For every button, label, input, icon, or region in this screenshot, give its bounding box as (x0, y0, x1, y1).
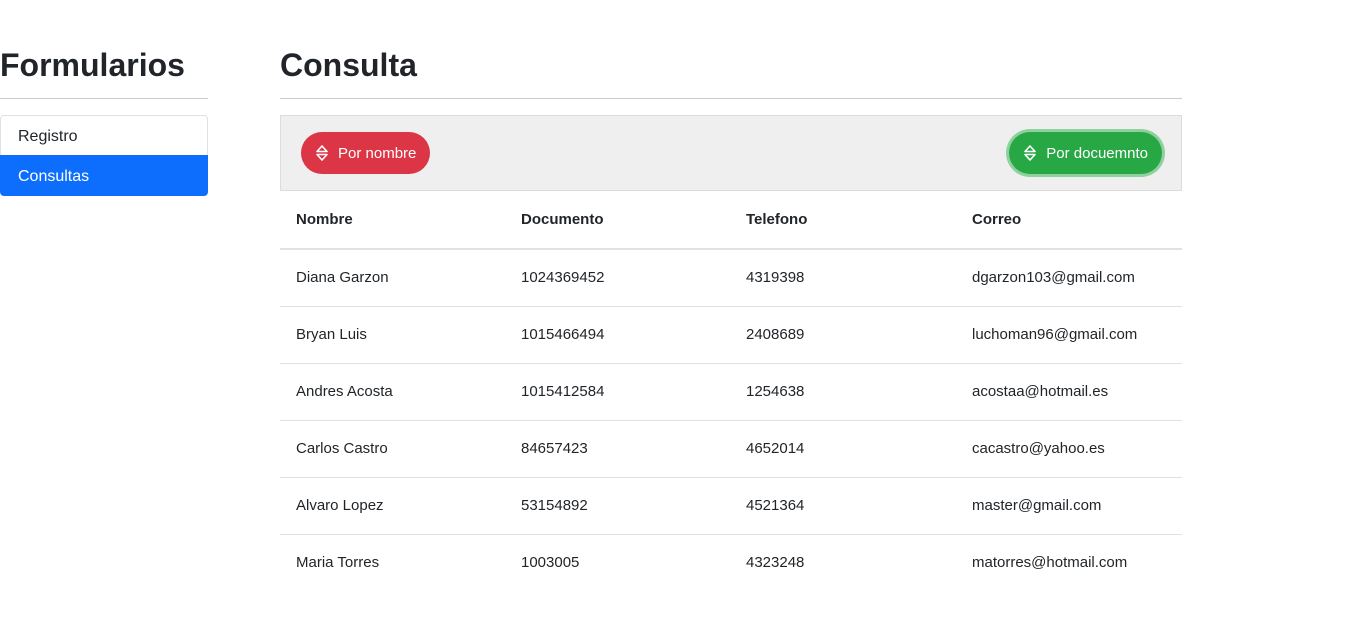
sort-by-name-label: Por nombre (338, 144, 417, 162)
column-header-telefono: Telefono (730, 191, 956, 250)
page-title: Consulta (280, 47, 417, 83)
results-table: Nombre Documento Telefono Correo Diana G… (280, 191, 1182, 591)
table-row: Bryan Luis 1015466494 2408689 luchoman96… (280, 306, 1182, 364)
sort-by-name-button[interactable]: Por nombre (301, 132, 431, 174)
table-header-row: Nombre Documento Telefono Correo (280, 191, 1182, 250)
table-row: Andres Acosta 1015412584 1254638 acostaa… (280, 363, 1182, 421)
sidebar-item-consultas[interactable]: Consultas (0, 155, 208, 196)
cell-correo: cacastro@yahoo.es (956, 420, 1182, 478)
sidebar-item-registro[interactable]: Registro (0, 115, 208, 156)
column-header-correo: Correo (956, 191, 1182, 250)
cell-documento: 1003005 (521, 554, 580, 572)
sort-by-document-label: Por docuemnto (1046, 144, 1148, 162)
table-row: Diana Garzon 1024369452 4319398 dgarzon1… (280, 249, 1182, 307)
sort-icon (1023, 145, 1037, 161)
sidebar-title: Formularios (0, 47, 185, 83)
cell-documento: 1015412584 (505, 363, 730, 421)
table-row: Maria Torres 1003005 4323248 matorres@ho… (280, 534, 1182, 591)
sort-toolbar: Por nombre Por docuemnto (280, 115, 1182, 191)
cell-nombre: Bryan Luis (280, 306, 505, 364)
sidebar-divider (0, 98, 208, 99)
sidebar-nav: Registro Consultas (0, 115, 208, 196)
cell-nombre: Carlos Castro (280, 420, 505, 478)
cell-correo: master@gmail.com (956, 477, 1182, 535)
column-header-nombre: Nombre (280, 191, 505, 250)
cell-telefono: 1254638 (730, 363, 956, 421)
cell-telefono: 4652014 (730, 420, 956, 478)
cell-documento: 84657423 (505, 420, 730, 478)
cell-correo: matorres@hotmail.com (972, 554, 1128, 572)
cell-nombre: Andres Acosta (280, 363, 505, 421)
title-divider (280, 98, 1182, 99)
cell-nombre: Alvaro Lopez (280, 477, 505, 535)
table-row: Carlos Castro 84657423 4652014 cacastro@… (280, 420, 1182, 478)
cell-nombre: Maria Torres (296, 554, 380, 572)
cell-documento: 53154892 (505, 477, 730, 535)
cell-telefono: 4521364 (730, 477, 956, 535)
cell-telefono: 2408689 (730, 306, 956, 364)
sort-icon (315, 145, 329, 161)
cell-documento: 1024369452 (505, 249, 730, 307)
cell-correo: luchoman96@gmail.com (956, 306, 1182, 364)
cell-correo: dgarzon103@gmail.com (956, 249, 1182, 307)
sort-by-document-button[interactable]: Por docuemnto (1009, 132, 1162, 174)
cell-nombre: Diana Garzon (280, 249, 505, 307)
table-row: Alvaro Lopez 53154892 4521364 master@gma… (280, 477, 1182, 535)
cell-telefono: 4319398 (730, 249, 956, 307)
column-header-documento: Documento (505, 191, 730, 250)
cell-correo: acostaa@hotmail.es (956, 363, 1182, 421)
cell-documento: 1015466494 (505, 306, 730, 364)
cell-telefono: 4323248 (746, 554, 805, 572)
